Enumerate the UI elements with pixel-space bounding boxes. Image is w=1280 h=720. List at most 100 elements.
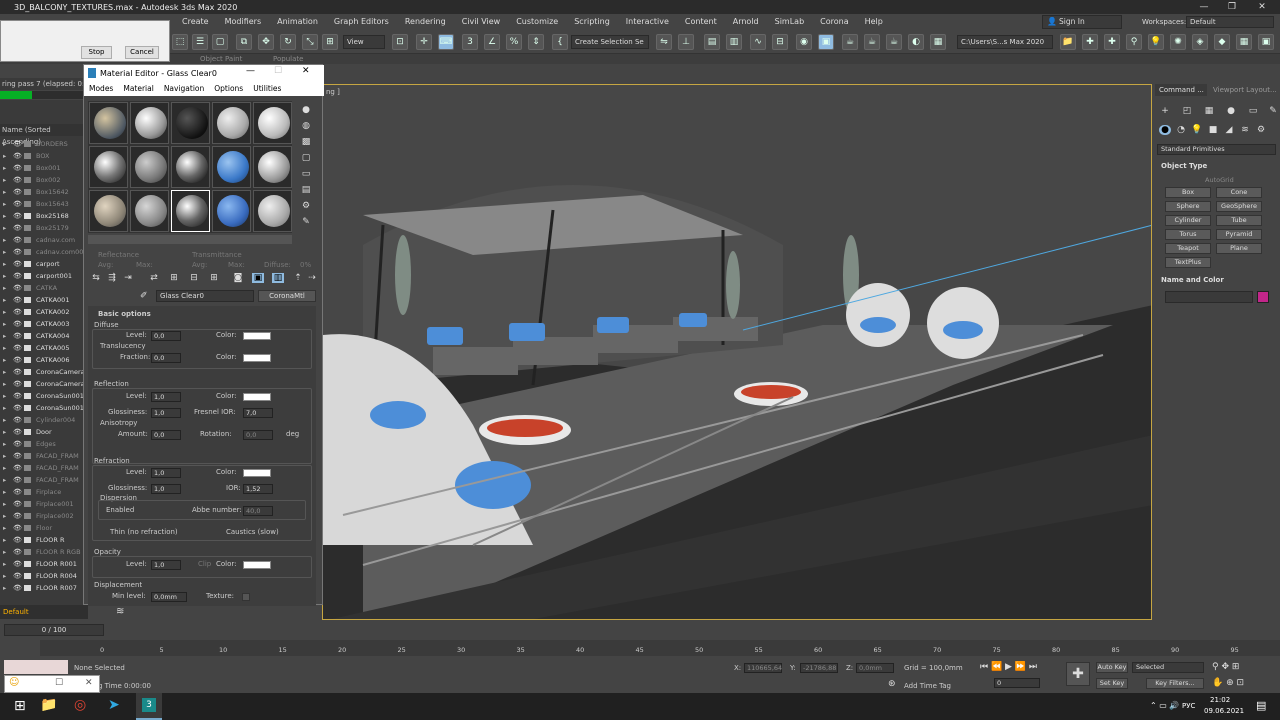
maximize-button[interactable]: ❐ bbox=[1218, 0, 1246, 14]
visibility-eye-icon[interactable]: 👁 bbox=[13, 282, 22, 294]
corona-vfb-icon[interactable]: ▦ bbox=[1236, 34, 1252, 50]
expand-arrow-icon[interactable]: ▸ bbox=[3, 138, 6, 150]
mirror-icon[interactable]: ⇋ bbox=[656, 34, 672, 50]
visibility-eye-icon[interactable]: 👁 bbox=[13, 570, 22, 582]
viewport-layout-tab[interactable]: Viewport Layout... bbox=[1209, 84, 1279, 96]
scene-object-row[interactable]: ▸ 👁 FLOOR R004 bbox=[0, 570, 88, 582]
scene-object-row[interactable]: ▸ 👁 Door bbox=[0, 426, 88, 438]
category-dropdown[interactable]: Standard Primitives bbox=[1157, 144, 1276, 155]
make-copy-icon[interactable]: ⊞ bbox=[168, 273, 180, 283]
scene-object-row[interactable]: ▸ 👁 BORDERS bbox=[0, 138, 88, 150]
expand-arrow-icon[interactable]: ▸ bbox=[3, 402, 6, 414]
set-key-button[interactable]: Set Key bbox=[1096, 678, 1128, 689]
visibility-eye-icon[interactable]: 👁 bbox=[13, 258, 22, 270]
scene-object-row[interactable]: ▸ 👁 Cylinder004 bbox=[0, 414, 88, 426]
scene-object-row[interactable]: ▸ 👁 carport001 bbox=[0, 270, 88, 282]
ime-close-icon[interactable]: ✕ bbox=[85, 678, 93, 688]
spacewarps-icon[interactable]: ≋ bbox=[1239, 125, 1251, 135]
visibility-eye-icon[interactable]: 👁 bbox=[13, 270, 22, 282]
scene-object-row[interactable]: ▸ 👁 Firplace bbox=[0, 486, 88, 498]
minimize-button[interactable]: — bbox=[1190, 0, 1218, 14]
expand-arrow-icon[interactable]: ▸ bbox=[3, 282, 6, 294]
dispersion-enabled-checkbox[interactable]: Enabled bbox=[106, 506, 134, 514]
rendered-frame-icon[interactable]: ☕ bbox=[842, 34, 858, 50]
sign-in-dropdown[interactable]: 👤 Sign In bbox=[1042, 15, 1122, 29]
expand-arrow-icon[interactable]: ▸ bbox=[3, 462, 6, 474]
telegram-icon[interactable]: ➤ bbox=[108, 697, 120, 713]
scene-object-row[interactable]: ▸ 👁 CATKA006 bbox=[0, 354, 88, 366]
select-manipulate-icon[interactable]: ✛ bbox=[416, 34, 432, 50]
scene-object-row[interactable]: ▸ 👁 BOX bbox=[0, 150, 88, 162]
visibility-eye-icon[interactable]: 👁 bbox=[13, 450, 22, 462]
backlight-icon[interactable]: ◍ bbox=[300, 121, 312, 131]
visibility-eye-icon[interactable]: 👁 bbox=[13, 438, 22, 450]
geosphere-button[interactable]: GeoSphere bbox=[1216, 201, 1262, 212]
diffuse-level-spinner[interactable]: 0,0 bbox=[151, 331, 181, 341]
menu-modifiers[interactable]: Modifiers bbox=[217, 14, 270, 30]
scene-object-row[interactable]: ▸ 👁 CoronaSun001 bbox=[0, 402, 88, 414]
fresnel-ior-spinner[interactable]: 7,0 bbox=[243, 408, 273, 418]
corona-icon-2[interactable]: ✚ bbox=[1104, 34, 1120, 50]
workspace-dropdown[interactable]: Default bbox=[1186, 16, 1274, 28]
chrome-icon[interactable]: ◎ bbox=[74, 697, 86, 713]
corona-sun-icon[interactable]: ✺ bbox=[1170, 34, 1186, 50]
expand-arrow-icon[interactable]: ▸ bbox=[3, 570, 6, 582]
expand-arrow-icon[interactable]: ▸ bbox=[3, 258, 6, 270]
expand-arrow-icon[interactable]: ▸ bbox=[3, 306, 6, 318]
ior-spinner[interactable]: 1,52 bbox=[243, 484, 273, 494]
background-icon[interactable]: ▩ bbox=[300, 137, 312, 147]
material-id-icon[interactable]: ◙ bbox=[232, 273, 244, 283]
time-slider[interactable]: 0 / 100 bbox=[4, 624, 104, 636]
go-to-parent-icon[interactable]: ⇡ bbox=[292, 273, 304, 283]
object-paint-tab[interactable]: Object Paint bbox=[200, 54, 242, 64]
pyramid-button[interactable]: Pyramid bbox=[1216, 229, 1262, 240]
geometry-icon[interactable]: ● bbox=[1159, 125, 1171, 135]
sphere-button[interactable]: Sphere bbox=[1165, 201, 1211, 212]
sample-slot[interactable] bbox=[212, 146, 251, 188]
hierarchy-tab-icon[interactable]: ▦ bbox=[1203, 106, 1215, 116]
name-color-header[interactable]: Name and Color bbox=[1161, 275, 1276, 286]
schematic-view-icon[interactable]: ⊟ bbox=[772, 34, 788, 50]
spinner-snap-icon[interactable]: ⇕ bbox=[528, 34, 544, 50]
keyboard-shortcut-icon[interactable]: ⌨ bbox=[438, 34, 454, 50]
expand-arrow-icon[interactable]: ▸ bbox=[3, 318, 6, 330]
sample-slot[interactable] bbox=[171, 102, 210, 144]
expand-arrow-icon[interactable]: ▸ bbox=[3, 186, 6, 198]
expand-arrow-icon[interactable]: ▸ bbox=[3, 174, 6, 186]
y-coordinate-field[interactable]: -21786,88 bbox=[800, 663, 838, 673]
motion-tab-icon[interactable]: ● bbox=[1225, 106, 1237, 116]
sample-slot[interactable] bbox=[253, 102, 292, 144]
sample-slot[interactable] bbox=[89, 146, 128, 188]
sample-slot[interactable] bbox=[89, 190, 128, 232]
anisotropy-rotation-spinner[interactable]: 0,0 bbox=[243, 430, 273, 440]
notification-icon[interactable]: ▤ bbox=[1256, 699, 1266, 712]
sample-slot[interactable] bbox=[212, 190, 251, 232]
visibility-eye-icon[interactable]: 👁 bbox=[13, 390, 22, 402]
utilities-tab-icon[interactable]: ✎ bbox=[1267, 106, 1279, 116]
tray-icons[interactable]: ⌃ ▭ 🔊 bbox=[1150, 701, 1179, 710]
ime-toolbar[interactable]: ☺ ☐ ✕ bbox=[4, 675, 100, 693]
go-forward-icon[interactable]: ⇢ bbox=[306, 273, 318, 283]
textplus-button[interactable]: TextPlus bbox=[1165, 257, 1211, 268]
diffuse-color-swatch[interactable] bbox=[243, 332, 271, 340]
translucency-color-swatch[interactable] bbox=[243, 354, 271, 362]
get-material-icon[interactable]: ⇆ bbox=[90, 273, 102, 283]
scene-object-row[interactable]: ▸ 👁 FLOOR R RGB bbox=[0, 546, 88, 558]
pivot-icon[interactable]: ⊡ bbox=[392, 34, 408, 50]
z-coordinate-field[interactable]: 0,0mm bbox=[856, 663, 894, 673]
expand-arrow-icon[interactable]: ▸ bbox=[3, 162, 6, 174]
sample-slot[interactable] bbox=[212, 102, 251, 144]
visibility-eye-icon[interactable]: 👁 bbox=[13, 546, 22, 558]
expand-arrow-icon[interactable]: ▸ bbox=[3, 342, 6, 354]
key-selection-dropdown[interactable]: Selected bbox=[1132, 662, 1204, 673]
window-crossing-icon[interactable]: ⧉ bbox=[236, 34, 252, 50]
reflection-gloss-spinner[interactable]: 1,0 bbox=[151, 408, 181, 418]
playback-controls[interactable]: ⏮ ⏪ ▶ ⏩ ⏭ bbox=[980, 662, 1037, 672]
expand-arrow-icon[interactable]: ▸ bbox=[3, 390, 6, 402]
autogrid-checkbox[interactable]: AutoGrid bbox=[1205, 176, 1234, 184]
select-by-material-icon[interactable]: ✎ bbox=[300, 217, 312, 227]
object-name-input[interactable] bbox=[1165, 291, 1253, 303]
scene-object-row[interactable]: ▸ 👁 FLOOR R bbox=[0, 534, 88, 546]
expand-arrow-icon[interactable]: ▸ bbox=[3, 366, 6, 378]
visibility-eye-icon[interactable]: 👁 bbox=[13, 426, 22, 438]
